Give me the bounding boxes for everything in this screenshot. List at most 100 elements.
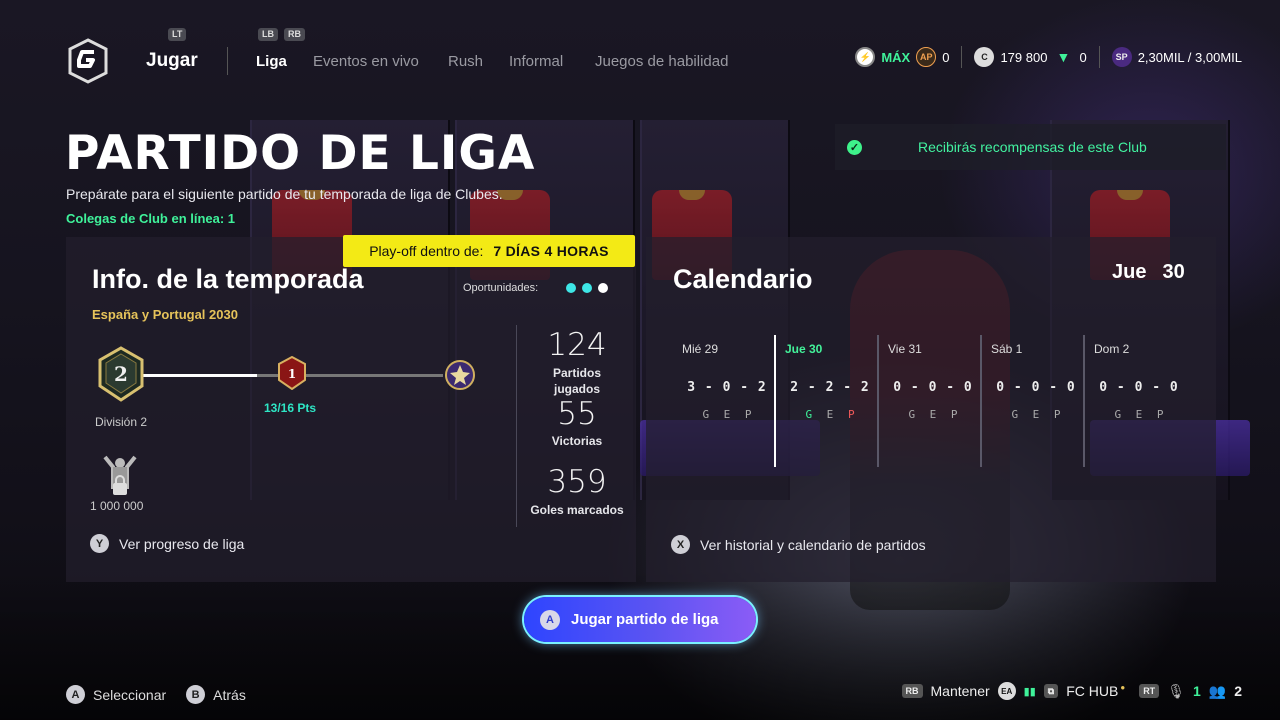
playoff-value: 7 DÍAS 4 HORAS [493,243,609,259]
nav-divider [227,47,228,75]
calendar-day-score: 2 - 2 - 2 [790,380,870,395]
club-logo-icon [68,38,108,84]
lb-button-tag: LB [258,28,278,41]
calendar-day[interactable]: Vie 31 0 - 0 - 0 G E P [880,342,982,466]
page-title: PARTIDO DE LIGA [65,126,536,181]
tab-rush[interactable]: Rush [448,53,483,70]
reward-banner: ✓ Recibirás recompensas de este Club [835,124,1226,170]
coins-value: 179 800 [1000,49,1048,65]
fc-hub-icon: ⧉ [1043,684,1059,698]
playoff-label: Play-off dentro de: [369,243,484,259]
sp-value: 2,30MIL / 3,00MIL [1137,49,1242,65]
calendar-day-score: 3 - 0 - 2 [687,380,767,395]
lt-button-tag: LT [168,28,187,41]
tab-informal[interactable]: Informal [509,53,563,70]
reward-text: Recibirás recompensas de este Club [918,139,1147,155]
opportunity-dot [566,283,576,293]
footer-controls: A Seleccionar B Atrás [66,685,246,704]
max-label: MÁX [881,49,911,65]
y-button-icon: Y [90,534,109,553]
match-history-label: Ver historial y calendario de partidos [700,536,926,553]
sp-icon: SP [1111,47,1132,67]
opportunities-label: Oportunidades: [463,282,539,294]
current-date-number: 30 [1162,261,1185,283]
opportunity-dot [582,283,592,293]
current-day: Jue [1112,261,1147,283]
points-label: 13/16 Pts [264,401,317,415]
page-subtitle: Prepárate para el siguiente partido de t… [66,186,503,202]
hold-label[interactable]: Mantener [931,683,990,699]
b-button-icon: B [186,685,206,704]
calendar-day-active[interactable]: Jue 30 2 - 2 - 2 G E P [777,342,879,466]
tab-juegos-de-habilidad[interactable]: Juegos de habilidad [595,53,728,70]
division-2-badge-icon: 2 [98,346,144,402]
calendar-day[interactable]: Sáb 1 0 - 0 - 0 G E P [983,342,1085,466]
locked-reward-value: 1 000 000 [90,499,144,513]
a-button-icon: A [66,685,85,704]
opportunity-dot [598,283,608,293]
notification-dot-icon: ● [1120,682,1126,692]
current-date: Jue 30 [1112,261,1185,284]
points-value: 0 [1079,49,1087,65]
tab-liga[interactable]: Liga [256,53,287,70]
play-league-match-button[interactable]: A Jugar partido de liga [524,597,756,642]
matches-played-value: 124 [547,327,607,363]
calendar-day-score: 0 - 0 - 0 [1099,380,1179,395]
season-name: España y Portugal 2030 [92,307,238,322]
calendar-day-gep: G E P [908,408,958,421]
league-progress-label: Ver progreso de liga [119,535,245,552]
calendar-day-gep: G E P [702,408,752,421]
goals-label: Goles marcados [530,503,624,517]
calendar-day-gep: G E P [1114,408,1164,421]
matches-played-label: Partidos jugados [552,366,601,396]
rt-button-tag: RT [1139,684,1160,698]
rb-button-tag: RB [901,684,923,698]
match-history-hint[interactable]: X Ver historial y calendario de partidos [671,535,926,554]
calendar-title: Calendario [673,264,813,294]
calendar-day-score: 0 - 0 - 0 [996,380,1076,395]
signal-icon: ▮▮ [1023,685,1036,698]
division-label: División 2 [95,415,148,429]
rb-button-tag: RB [284,28,305,41]
x-button-icon: X [671,535,690,554]
nav-jugar[interactable]: Jugar [146,50,198,72]
calendar-day-label: Dom 2 [1094,342,1130,356]
ap-value: 0 [942,49,950,65]
online-friends: Colegas de Club en línea: 1 [66,211,236,226]
select-label[interactable]: Seleccionar [93,687,166,703]
tab-eventos-en-vivo[interactable]: Eventos en vivo [313,53,419,70]
back-label[interactable]: Atrás [213,687,246,703]
division-progress-fill [143,374,257,377]
fc-hub-label[interactable]: FC HUB [1066,683,1118,699]
party-icon: 👥 [1208,682,1227,699]
season-title: Info. de la temporada [92,264,364,294]
goals-value: 359 [547,464,607,500]
top-division-badge-icon [445,360,475,390]
calendar-day[interactable]: Dom 2 0 - 0 - 0 G E P [1086,342,1188,466]
calendar-day-gep: G E P [805,408,855,421]
calendar-day-label: Mié 29 [682,342,719,356]
playoff-countdown: Play-off dentro de: 7 DÍAS 4 HORAS [343,235,635,267]
calendar-day-score: 0 - 0 - 0 [893,380,973,395]
calendar-day-label: Jue 30 [785,342,823,356]
calendar-day[interactable]: Mié 29 3 - 0 - 2 G E P [674,342,776,466]
footer-status: RB Mantener EA ▮▮ ⧉ FC HUB ● RT 🎙 1 👥 2 [901,682,1242,700]
mic-count: 1 [1192,683,1201,699]
coin-icon: C [974,47,995,67]
party-count: 2 [1234,683,1242,699]
microphone-icon: 🎙 [1167,682,1185,699]
calendar-day-label: Sáb 1 [991,342,1023,356]
lightning-icon: ⚡ [855,47,876,67]
calendar-day-gep: G E P [1011,408,1061,421]
division-1-badge-icon: 1 [278,356,306,390]
wins-label: Victorias [551,434,603,448]
locked-reward-icon [103,455,137,495]
play-league-match-label: Jugar partido de liga [571,611,719,628]
next-badge-number: 1 [288,367,296,381]
a-button-icon: A [540,609,560,630]
calendar-day-label: Vie 31 [888,342,922,356]
check-icon: ✓ [847,139,862,155]
wins-value: 55 [557,396,597,432]
points-icon: ▼ [1056,49,1071,65]
league-progress-hint[interactable]: Y Ver progreso de liga [90,534,244,553]
